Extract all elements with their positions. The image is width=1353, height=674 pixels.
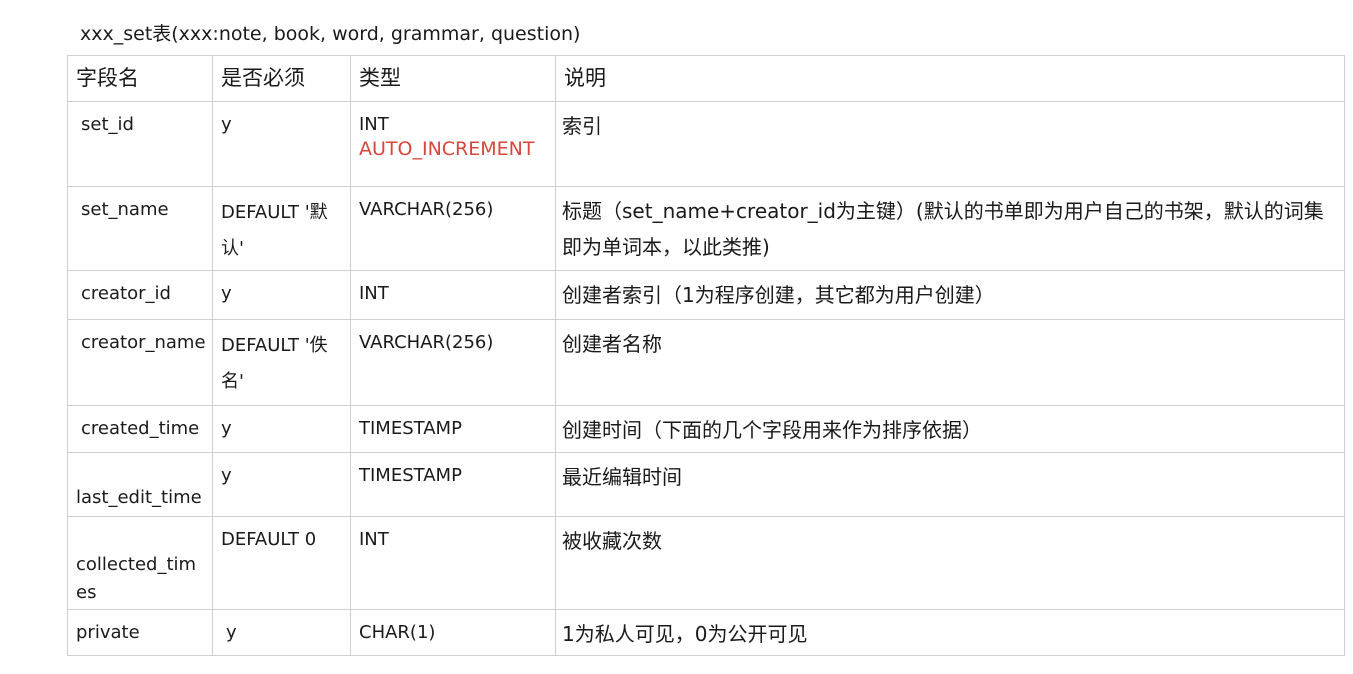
required-cell: DEFAULT 0 — [212, 516, 351, 610]
type-cell: VARCHAR(256) — [350, 319, 556, 406]
table-row: private y CHAR(1) 1为私人可见，0为公开可见 — [67, 609, 1345, 656]
desc-cell: 创建者名称 — [555, 319, 1345, 406]
field-cell: private — [67, 609, 213, 656]
header-cell-desc: 说明 — [555, 55, 1345, 102]
table-row: last_edit_time y TIMESTAMP 最近编辑时间 — [67, 452, 1345, 517]
table-row: creator_name DEFAULT '佚名' VARCHAR(256) 创… — [67, 319, 1345, 406]
desc-cell: 被收藏次数 — [555, 516, 1345, 610]
field-cell: last_edit_time — [67, 452, 213, 517]
type-cell: VARCHAR(256) — [350, 186, 556, 271]
table-title: xxx_set表(xxx:note, book, word, grammar, … — [80, 23, 581, 45]
required-cell: y — [212, 405, 351, 453]
auto-increment-text: AUTO_INCREMENT — [359, 138, 535, 160]
field-cell: collected_times — [67, 516, 213, 610]
desc-cell: 创建者索引（1为程序创建，其它都为用户创建） — [555, 270, 1345, 320]
header-cell-required: 是否必须 — [212, 55, 351, 102]
type-cell: CHAR(1) — [350, 609, 556, 656]
type-cell: INT AUTO_INCREMENT — [350, 101, 556, 187]
desc-cell: 创建时间（下面的几个字段用来作为排序依据） — [555, 405, 1345, 453]
required-cell: y — [212, 452, 351, 517]
desc-cell: 索引 — [555, 101, 1345, 187]
table-row: set_id y INT AUTO_INCREMENT 索引 — [67, 101, 1345, 187]
table-row: created_time y TIMESTAMP 创建时间（下面的几个字段用来作… — [67, 405, 1345, 453]
type-cell: INT — [350, 516, 556, 610]
type-cell: TIMESTAMP — [350, 405, 556, 453]
field-cell: created_time — [67, 405, 213, 453]
header-cell-field: 字段名 — [67, 55, 213, 102]
type-cell: TIMESTAMP — [350, 452, 556, 517]
desc-cell: 1为私人可见，0为公开可见 — [555, 609, 1345, 656]
required-cell: y — [212, 101, 351, 187]
desc-cell: 标题（set_name+creator_id为主键）(默认的书单即为用户自己的书… — [555, 186, 1345, 271]
field-cell: set_name — [67, 186, 213, 271]
desc-cell: 最近编辑时间 — [555, 452, 1345, 517]
table-row: set_name DEFAULT '默认' VARCHAR(256) 标题（se… — [67, 186, 1345, 271]
required-cell: y — [212, 270, 351, 320]
field-cell: creator_name — [67, 319, 213, 406]
header-cell-type: 类型 — [350, 55, 556, 102]
schema-table: 字段名 是否必须 类型 说明 set_id y INT AUTO_INCREME… — [67, 55, 1345, 656]
table-row: collected_times DEFAULT 0 INT 被收藏次数 — [67, 516, 1345, 610]
type-cell: INT — [350, 270, 556, 320]
required-cell: DEFAULT '默认' — [212, 186, 351, 271]
type-text: INT — [359, 114, 389, 135]
field-cell: set_id — [67, 101, 213, 187]
required-cell: DEFAULT '佚名' — [212, 319, 351, 406]
table-row: creator_id y INT 创建者索引（1为程序创建，其它都为用户创建） — [67, 270, 1345, 320]
header-row: 字段名 是否必须 类型 说明 — [67, 55, 1345, 102]
field-cell: creator_id — [67, 270, 213, 320]
required-cell: y — [212, 609, 351, 656]
